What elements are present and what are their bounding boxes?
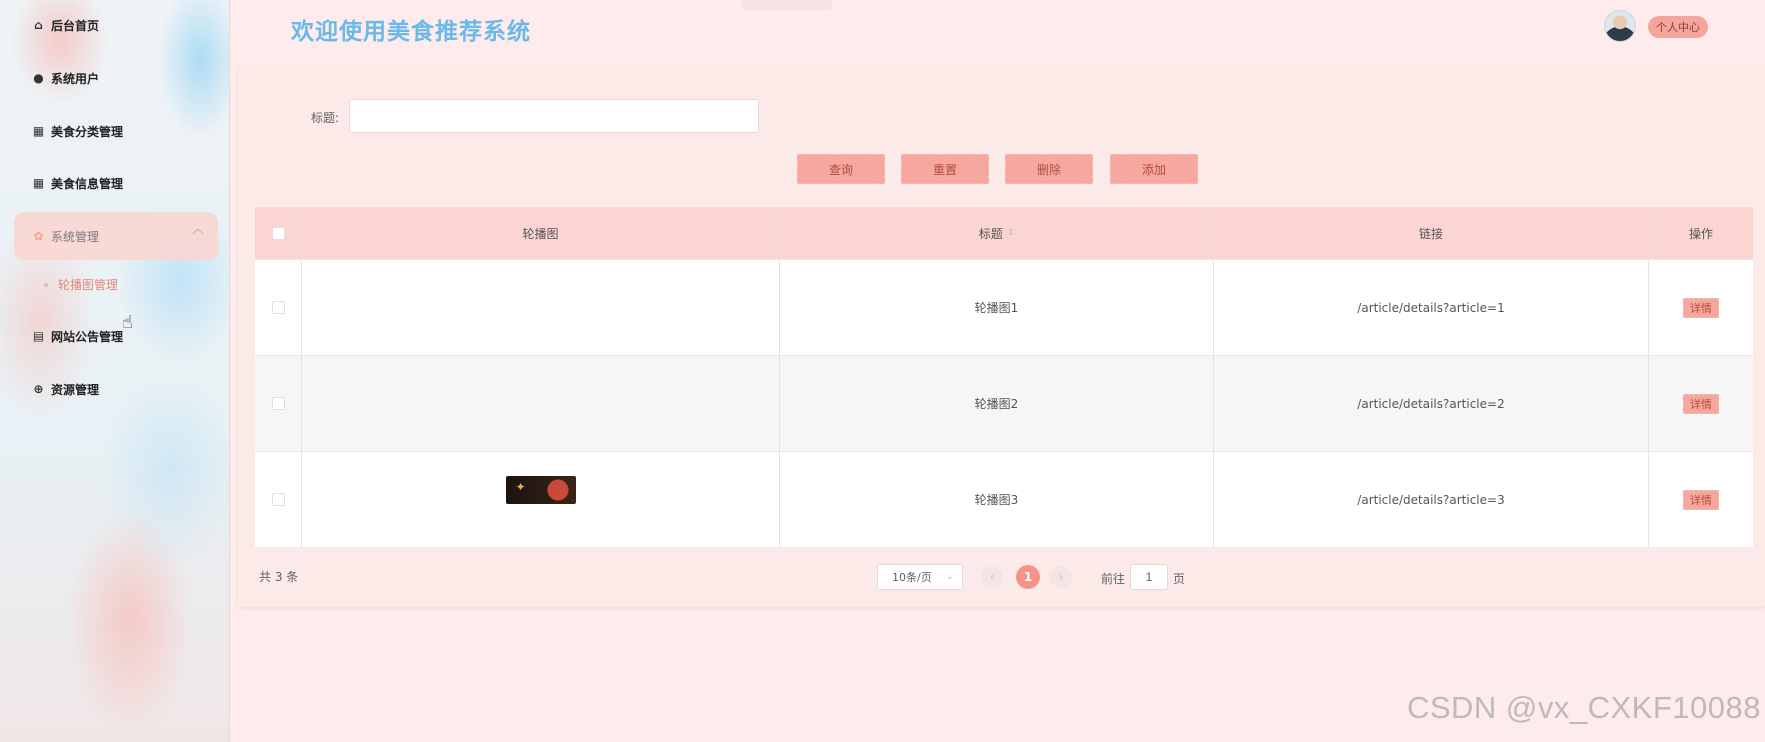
reset-button[interactable]: 重置 bbox=[901, 154, 989, 184]
table-header: 轮播图 标题 ⇕ 链接 操作 bbox=[255, 207, 1753, 259]
link-cell: /article/details?article=1 bbox=[1214, 260, 1649, 355]
sort-icon[interactable]: ⇕ bbox=[1007, 229, 1015, 238]
query-button[interactable]: 查询 bbox=[797, 154, 885, 184]
column-header-title[interactable]: 标题 ⇕ bbox=[780, 207, 1214, 259]
link-cell: /article/details?article=2 bbox=[1214, 356, 1649, 451]
sidebar-item-food-info[interactable]: ▦ 美食信息管理 bbox=[14, 159, 218, 207]
user-icon: ● bbox=[33, 71, 44, 85]
chevron-up-icon bbox=[192, 228, 204, 240]
sidebar-item-food-category[interactable]: ▦ 美食分类管理 bbox=[14, 107, 218, 155]
image-cell bbox=[302, 356, 780, 451]
top-hint bbox=[742, 0, 832, 10]
search-label: 标题: bbox=[311, 111, 340, 125]
sidebar: ⌂ 后台首页 ● 系统用户 ▦ 美食分类管理 ▦ 美食信息管理 ✿ 系统管理 轮… bbox=[0, 0, 230, 742]
delete-button[interactable]: 删除 bbox=[1005, 154, 1093, 184]
chevron-left-icon: ‹ bbox=[989, 570, 995, 584]
total-count: 共 3 条 bbox=[259, 570, 299, 584]
title-cell: 轮播图1 bbox=[780, 260, 1214, 355]
home-icon: ⌂ bbox=[34, 18, 43, 32]
sidebar-item-system[interactable]: ✿ 系统管理 bbox=[14, 212, 218, 260]
actions-cell: 详情 bbox=[1649, 452, 1753, 547]
image-cell bbox=[302, 260, 780, 355]
page-number-current[interactable]: 1 bbox=[1016, 565, 1040, 589]
title-cell: 轮播图2 bbox=[780, 356, 1214, 451]
select-all-checkbox[interactable] bbox=[271, 226, 285, 240]
grid-icon: ▦ bbox=[32, 124, 45, 138]
sidebar-item-label: 网站公告管理 bbox=[51, 329, 124, 344]
sidebar-subitem-carousel[interactable]: 轮播图管理 bbox=[44, 276, 118, 293]
column-header-actions: 操作 bbox=[1688, 226, 1713, 241]
bullet-icon bbox=[44, 282, 48, 287]
detail-button[interactable]: 详情 bbox=[1683, 393, 1719, 414]
sidebar-item-label: 资源管理 bbox=[51, 382, 100, 397]
goto-label: 前往 bbox=[1101, 572, 1126, 586]
page-title: 欢迎使用美食推荐系统 bbox=[291, 19, 531, 45]
row-checkbox[interactable] bbox=[271, 493, 285, 506]
detail-button[interactable]: 详情 bbox=[1683, 489, 1719, 510]
column-header-image: 轮播图 bbox=[302, 207, 780, 259]
table-row: 轮播图2 /article/details?article=2 详情 bbox=[255, 355, 1753, 451]
data-table: 轮播图 标题 ⇕ 链接 操作 轮播图1 /article/details?art… bbox=[255, 207, 1753, 547]
watermark: CSDN @vx_CXKF10088 bbox=[1406, 690, 1761, 725]
chevron-down-icon: ⌄ bbox=[945, 571, 954, 582]
sidebar-item-home[interactable]: ⌂ 后台首页 bbox=[14, 1, 218, 49]
table-row: 轮播图1 /article/details?article=1 详情 bbox=[255, 259, 1753, 355]
row-checkbox[interactable] bbox=[271, 397, 285, 410]
gear-icon: ✿ bbox=[33, 229, 44, 243]
sidebar-item-users[interactable]: ● 系统用户 bbox=[14, 54, 218, 102]
sidebar-item-label: 系统管理 bbox=[51, 229, 100, 244]
column-header-title-label: 标题 bbox=[978, 226, 1003, 241]
sidebar-item-label: 系统用户 bbox=[51, 71, 100, 86]
prev-page-button[interactable]: ‹ bbox=[981, 566, 1003, 588]
goto-page-input[interactable] bbox=[1130, 564, 1168, 590]
sidebar-item-label: 后台首页 bbox=[51, 18, 100, 33]
page-size-select[interactable]: 10条/页 ⌄ bbox=[877, 564, 963, 590]
chevron-right-icon: › bbox=[1058, 570, 1064, 584]
actions-cell: 详情 bbox=[1649, 260, 1753, 355]
sidebar-item-resources[interactable]: ⊕ 资源管理 bbox=[14, 365, 218, 413]
row-checkbox-cell bbox=[255, 452, 302, 547]
page-size-value: 10条/页 bbox=[892, 571, 932, 584]
actions-cell: 详情 bbox=[1649, 356, 1753, 451]
sidebar-item-label: 美食分类管理 bbox=[51, 124, 124, 139]
sidebar-subitem-label: 轮播图管理 bbox=[58, 278, 119, 292]
next-page-button[interactable]: › bbox=[1050, 566, 1072, 588]
row-checkbox[interactable] bbox=[271, 301, 285, 314]
profile-button[interactable]: 个人中心 bbox=[1648, 16, 1708, 38]
grid-icon: ▦ bbox=[32, 176, 45, 190]
search-input[interactable] bbox=[349, 99, 759, 133]
title-cell: 轮播图3 bbox=[780, 452, 1214, 547]
column-header-link: 链接 bbox=[1214, 207, 1649, 259]
link-cell: /article/details?article=3 bbox=[1214, 452, 1649, 547]
document-icon: ▤ bbox=[32, 329, 45, 343]
row-checkbox-cell bbox=[255, 356, 302, 451]
hand-cursor-icon: ☝ bbox=[122, 312, 133, 333]
header-checkbox-cell bbox=[255, 207, 302, 259]
table-row: 轮播图3 /article/details?article=3 详情 bbox=[255, 451, 1753, 547]
row-checkbox-cell bbox=[255, 260, 302, 355]
image-cell bbox=[302, 452, 780, 547]
goto-unit: 页 bbox=[1173, 572, 1186, 586]
detail-button[interactable]: 详情 bbox=[1683, 297, 1719, 318]
plus-circle-icon: ⊕ bbox=[33, 382, 44, 396]
sidebar-item-label: 美食信息管理 bbox=[51, 176, 124, 191]
carousel-thumbnail-image[interactable] bbox=[505, 475, 576, 504]
add-button[interactable]: 添加 bbox=[1110, 154, 1198, 184]
sidebar-item-announcement[interactable]: ▤ 网站公告管理 bbox=[14, 312, 218, 360]
avatar[interactable] bbox=[1604, 10, 1636, 42]
